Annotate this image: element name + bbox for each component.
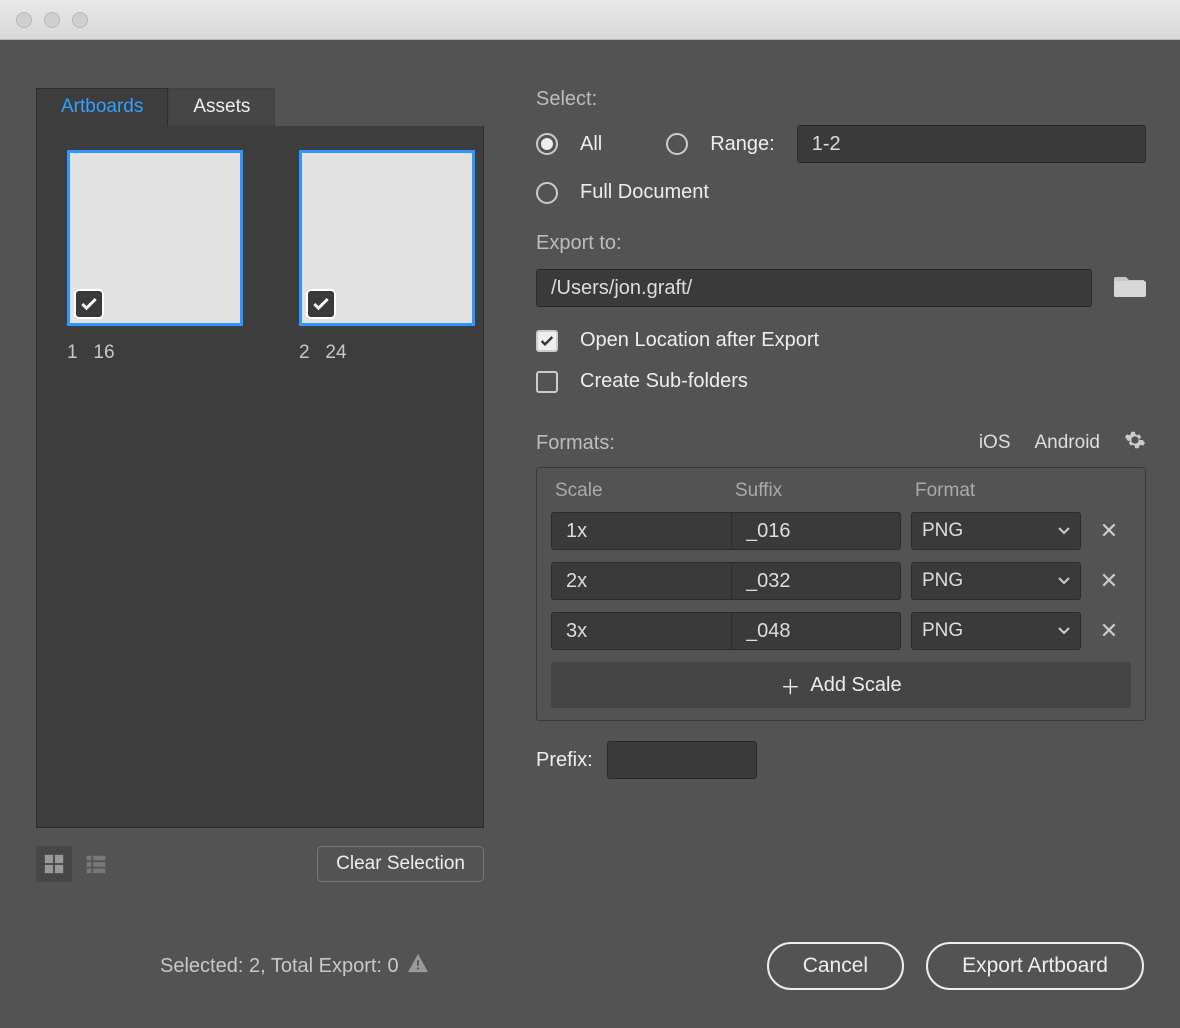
tab-artboards[interactable]: Artboards: [36, 88, 168, 126]
open-location-label: Open Location after Export: [580, 329, 819, 352]
tab-assets[interactable]: Assets: [168, 88, 275, 126]
prefix-input[interactable]: [607, 741, 757, 779]
minimize-icon[interactable]: [44, 12, 60, 28]
remove-row-icon[interactable]: ✕: [1091, 618, 1127, 644]
artboard-panel: 1 16 2 24: [36, 126, 484, 828]
add-scale-button[interactable]: ＋ Add Scale: [551, 662, 1131, 708]
plus-icon: ＋: [780, 671, 800, 700]
artboard-checkbox[interactable]: [306, 289, 336, 319]
artboard-thumbnail[interactable]: [67, 150, 243, 326]
grid-view-icon[interactable]: [36, 846, 72, 882]
cancel-button[interactable]: Cancel: [767, 942, 904, 990]
warning-icon: [407, 953, 429, 979]
export-path-input[interactable]: [536, 269, 1092, 307]
format-row: PNG ✕: [551, 512, 1131, 550]
artboard-item[interactable]: 2 24: [299, 150, 475, 803]
formats-panel: Scale Suffix Format PNG: [536, 467, 1146, 721]
col-format: Format: [915, 480, 1085, 502]
artboard-item[interactable]: 1 16: [67, 150, 243, 803]
suffix-input[interactable]: [731, 612, 901, 650]
tabs: Artboards Assets: [36, 88, 484, 126]
radio-full-label: Full Document: [580, 181, 709, 204]
radio-range[interactable]: [666, 133, 688, 155]
prefix-label: Prefix:: [536, 749, 593, 772]
radio-range-label: Range:: [710, 133, 775, 156]
status-text: Selected: 2, Total Export: 0: [160, 953, 429, 979]
clear-selection-button[interactable]: Clear Selection: [317, 846, 484, 882]
formats-label: Formats:: [536, 432, 615, 455]
suffix-input[interactable]: [731, 512, 901, 550]
format-select[interactable]: PNG: [911, 512, 1081, 550]
gear-icon[interactable]: [1124, 429, 1146, 457]
artboard-thumbnail[interactable]: [299, 150, 475, 326]
col-suffix: Suffix: [735, 480, 905, 502]
zoom-icon[interactable]: [72, 12, 88, 28]
radio-full-document[interactable]: [536, 182, 558, 204]
format-row: PNG ✕: [551, 612, 1131, 650]
format-row: PNG ✕: [551, 562, 1131, 600]
list-view-icon[interactable]: [78, 846, 114, 882]
format-select[interactable]: PNG: [911, 562, 1081, 600]
remove-row-icon[interactable]: ✕: [1091, 518, 1127, 544]
subfolders-checkbox[interactable]: [536, 371, 558, 393]
remove-row-icon[interactable]: ✕: [1091, 568, 1127, 594]
preset-ios[interactable]: iOS: [979, 432, 1011, 454]
titlebar: [0, 0, 1180, 40]
folder-icon[interactable]: [1114, 273, 1146, 303]
export-artboard-button[interactable]: Export Artboard: [926, 942, 1144, 990]
select-label: Select:: [536, 88, 1146, 111]
suffix-input[interactable]: [731, 562, 901, 600]
open-location-checkbox[interactable]: [536, 330, 558, 352]
subfolders-label: Create Sub-folders: [580, 370, 748, 393]
close-icon[interactable]: [16, 12, 32, 28]
col-scale: Scale: [555, 480, 725, 502]
radio-all-label: All: [580, 133, 602, 156]
artboard-checkbox[interactable]: [74, 289, 104, 319]
range-input[interactable]: [797, 125, 1146, 163]
artboard-label: 2 24: [299, 342, 475, 364]
artboard-label: 1 16: [67, 342, 243, 364]
export-to-label: Export to:: [536, 232, 1146, 255]
preset-android[interactable]: Android: [1035, 432, 1101, 454]
format-select[interactable]: PNG: [911, 612, 1081, 650]
radio-all[interactable]: [536, 133, 558, 155]
